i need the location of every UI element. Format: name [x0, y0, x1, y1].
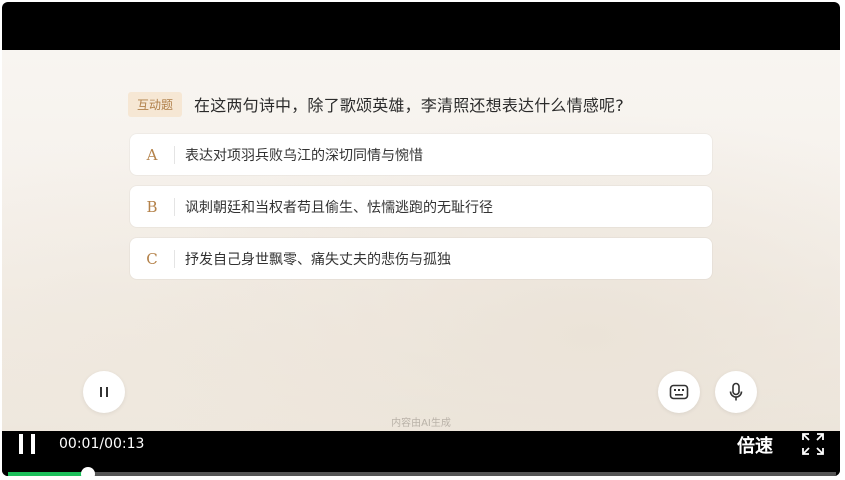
- option-text: 表达对项羽兵败乌江的深切同情与惋惜: [185, 147, 423, 164]
- playback-time: 00:01/00:13: [59, 436, 145, 452]
- player-controls: 00:01/00:13 倍速: [2, 431, 840, 476]
- progress-handle[interactable]: [81, 467, 95, 476]
- question-row: 互动题 在这两句诗中，除了歌颂英雄，李清照还想表达什么情感呢?: [128, 91, 624, 117]
- play-pause-button[interactable]: [16, 432, 38, 456]
- pause-icon: [100, 387, 108, 397]
- option-b[interactable]: B 讽刺朝廷和当权者苟且偷生、怯懦逃跑的无耻行径: [130, 186, 712, 227]
- option-divider: [174, 145, 175, 164]
- voice-input-button[interactable]: [715, 371, 757, 413]
- option-divider: [174, 197, 175, 216]
- option-letter: A: [146, 145, 158, 164]
- pause-icon: [19, 434, 35, 454]
- option-a[interactable]: A 表达对项羽兵败乌江的深切同情与惋惜: [130, 134, 712, 175]
- question-type-tag: 互动题: [128, 91, 183, 117]
- option-letter: C: [146, 249, 158, 268]
- option-c[interactable]: C 抒发自己身世飘零、痛失丈夫的悲伤与孤独: [130, 238, 712, 279]
- fullscreen-button[interactable]: [801, 432, 825, 456]
- option-divider: [174, 249, 175, 268]
- video-stage: 互动题 在这两句诗中，除了歌颂英雄，李清照还想表达什么情感呢? A 表达对项羽兵…: [2, 50, 840, 431]
- option-text: 抒发自己身世飘零、痛失丈夫的悲伤与孤独: [185, 251, 451, 268]
- microphone-icon: [729, 382, 743, 401]
- fullscreen-icon: [802, 433, 824, 455]
- progress-fill: [8, 472, 88, 476]
- option-letter: B: [146, 197, 158, 216]
- option-text: 讽刺朝廷和当权者苟且偷生、怯懦逃跑的无耻行径: [185, 199, 493, 216]
- video-player: 互动题 在这两句诗中，除了歌颂英雄，李清照还想表达什么情感呢? A 表达对项羽兵…: [2, 2, 840, 476]
- playback-speed-button[interactable]: 倍速: [737, 432, 773, 458]
- keyboard-icon: [669, 384, 689, 400]
- overlay-pause-button[interactable]: [83, 371, 125, 413]
- ai-generated-note: 内容由AI生成: [391, 418, 451, 429]
- progress-bar[interactable]: [8, 472, 836, 476]
- keyboard-input-button[interactable]: [658, 371, 700, 413]
- question-text: 在这两句诗中，除了歌颂英雄，李清照还想表达什么情感呢?: [194, 96, 624, 115]
